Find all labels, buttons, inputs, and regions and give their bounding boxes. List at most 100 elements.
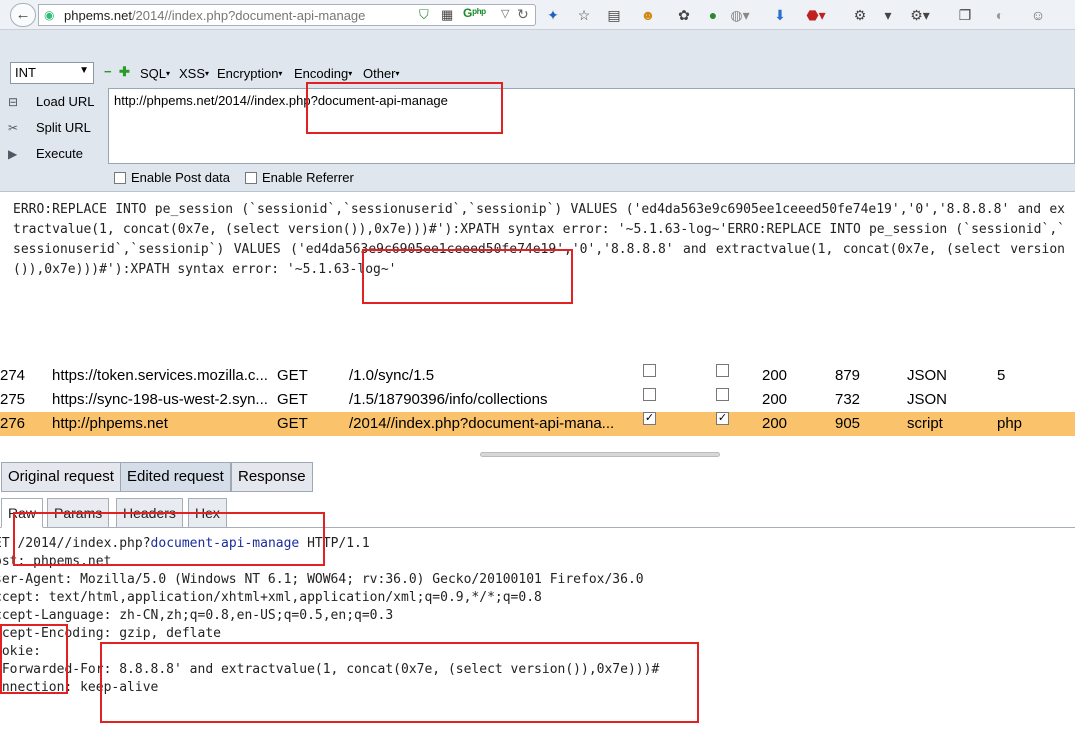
- menu-sql[interactable]: SQL▾: [140, 66, 170, 81]
- checkbox-checked-icon[interactable]: ✓: [716, 412, 729, 425]
- url-path: /2014//index.php?document-api-manage: [131, 8, 366, 23]
- row-size: 905: [835, 415, 861, 432]
- green-circle-icon[interactable]: ●: [703, 5, 723, 25]
- smiley-icon[interactable]: ☺: [1028, 5, 1048, 25]
- screenshot-root: ← ◉ phpems.net/2014//index.php?document-…: [0, 0, 1075, 753]
- row-host: http://phpems.net: [52, 415, 168, 432]
- row-status: 200: [762, 415, 788, 432]
- gear-icon[interactable]: ⚙: [850, 5, 870, 25]
- shield-check-icon[interactable]: ⛉: [419, 7, 429, 23]
- globe-icon: ◉: [44, 8, 55, 22]
- table-row-selected[interactable]: 276 http://phpems.net GET /2014//index.p…: [0, 412, 1075, 436]
- chevron-down-icon: ▼: [79, 65, 89, 76]
- row-method: GET: [277, 367, 308, 384]
- annotation-box-header-name: [0, 624, 68, 694]
- enable-referrer-checkbox[interactable]: Enable Referrer: [245, 170, 354, 185]
- menu-xss-label: XSS: [179, 66, 206, 81]
- checkbox-icon[interactable]: [716, 364, 729, 377]
- row-path: /1.0/sync/1.5: [349, 367, 435, 384]
- raw-line: ccept: text/html,application/xhtml+xml,a…: [0, 590, 542, 605]
- int-select-value: INT: [15, 65, 36, 80]
- row-status: 200: [762, 391, 788, 408]
- plus-icon[interactable]: ✚: [119, 64, 130, 80]
- tab-label: Response: [238, 468, 306, 485]
- raw-line: ccept-Language: zh-CN,zh;q=0.8,en-US;q=0…: [0, 608, 394, 623]
- row-path: /1.5/18790396/info/collections: [349, 391, 548, 408]
- menu-encryption[interactable]: Encryption▾: [217, 66, 282, 81]
- minus-icon[interactable]: −: [104, 64, 112, 79]
- browser-toolbar: ← ◉ phpems.net/2014//index.php?document-…: [0, 0, 1075, 30]
- int-select[interactable]: INT ▼: [10, 62, 94, 84]
- row-type: JSON: [907, 367, 948, 384]
- row-status: 200: [762, 367, 788, 384]
- enable-post-label: Enable Post data: [131, 170, 231, 185]
- load-url-label: Load URL: [36, 94, 95, 109]
- menu-icon[interactable]: ▾: [878, 5, 898, 25]
- enable-referrer-label: Enable Referrer: [262, 170, 354, 185]
- url-textarea[interactable]: http://phpems.net/2014//index.php?docume…: [108, 88, 1075, 164]
- row-type: JSON: [907, 391, 948, 408]
- row-size: 732: [835, 391, 861, 408]
- php-icon[interactable]: Gᵖʰᵖ: [463, 6, 486, 20]
- menu-other-label: Other: [363, 66, 396, 81]
- checkbox-icon[interactable]: [716, 388, 729, 401]
- load-url-button[interactable]: ⊟ Load URL: [8, 94, 95, 109]
- tab-label: Original request: [8, 468, 114, 485]
- row-id: 275: [0, 391, 26, 408]
- execute-button[interactable]: ▶ Execute: [8, 146, 83, 161]
- row-id: 274: [0, 367, 26, 384]
- emoji-icon[interactable]: ☻: [638, 5, 658, 25]
- annotation-box-payload: [100, 642, 699, 723]
- split-url-button[interactable]: ✂ Split URL: [8, 120, 91, 135]
- row-type: script: [907, 415, 943, 432]
- abp-icon[interactable]: ⬣▾: [806, 5, 826, 25]
- bird-icon[interactable]: ✦: [543, 5, 563, 25]
- window-icon[interactable]: ❐: [955, 5, 975, 25]
- tab-original-request[interactable]: Original request: [1, 462, 121, 492]
- refresh-icon[interactable]: ↻: [517, 6, 529, 23]
- table-row[interactable]: 275 https://sync-198-us-west-2.syn... GE…: [0, 388, 1075, 412]
- tab-label: Edited request: [127, 468, 224, 485]
- settings-icon[interactable]: ⚙▾: [910, 5, 930, 25]
- menu-sql-label: SQL: [140, 66, 167, 81]
- palette-icon[interactable]: ✿: [674, 5, 694, 25]
- back-button[interactable]: ←: [10, 3, 36, 27]
- menu-xss[interactable]: XSS▾: [179, 66, 209, 81]
- star-icon[interactable]: ☆: [574, 5, 594, 25]
- back-arrow-icon: ←: [15, 6, 31, 23]
- row-method: GET: [277, 391, 308, 408]
- row-host: https://token.services.mozilla.c...: [52, 367, 268, 384]
- checkbox-checked-icon[interactable]: ✓: [643, 412, 656, 425]
- row-host: https://sync-198-us-west-2.syn...: [52, 391, 268, 408]
- moon-icon[interactable]: ◐: [990, 5, 1010, 25]
- menu-encoding[interactable]: Encoding▾: [294, 66, 352, 81]
- dropdown-icon[interactable]: ▽: [501, 7, 509, 20]
- tab-response[interactable]: Response: [231, 462, 313, 492]
- row-ext: 5: [997, 367, 1006, 384]
- tab-edited-request[interactable]: Edited request: [120, 462, 231, 492]
- enable-post-checkbox[interactable]: Enable Post data: [114, 170, 230, 185]
- annotation-box-version: [362, 249, 573, 304]
- reader-icon[interactable]: ▤: [604, 5, 624, 25]
- checkbox-icon[interactable]: [643, 364, 656, 377]
- menu-other[interactable]: Other▾: [363, 66, 400, 81]
- horizontal-scrollbar[interactable]: [480, 452, 720, 457]
- address-bar[interactable]: ◉ phpems.net/2014//index.php?document-ap…: [38, 4, 536, 26]
- row-method: GET: [277, 415, 308, 432]
- checkbox-icon: [114, 172, 126, 184]
- raw-line: ser-Agent: Mozilla/5.0 (Windows NT 6.1; …: [0, 572, 644, 587]
- checkbox-icon: [245, 172, 257, 184]
- url-host: phpems.net: [64, 8, 132, 23]
- address-text[interactable]: phpems.net/2014//index.php?document-api-…: [64, 8, 365, 23]
- execute-label: Execute: [36, 146, 83, 161]
- globe-icon-2[interactable]: ◍▾: [730, 5, 750, 25]
- load-icon: ⊟: [8, 95, 19, 109]
- table-row[interactable]: 274 https://token.services.mozilla.c... …: [0, 364, 1075, 388]
- download-icon[interactable]: ⬇: [770, 5, 790, 25]
- row-size: 879: [835, 367, 861, 384]
- qr-icon[interactable]: ▦: [441, 7, 453, 23]
- row-id: 276: [0, 415, 26, 432]
- checkbox-icon[interactable]: [643, 388, 656, 401]
- row-ext: php: [997, 415, 1023, 432]
- menu-encryption-label: Encryption: [217, 66, 279, 81]
